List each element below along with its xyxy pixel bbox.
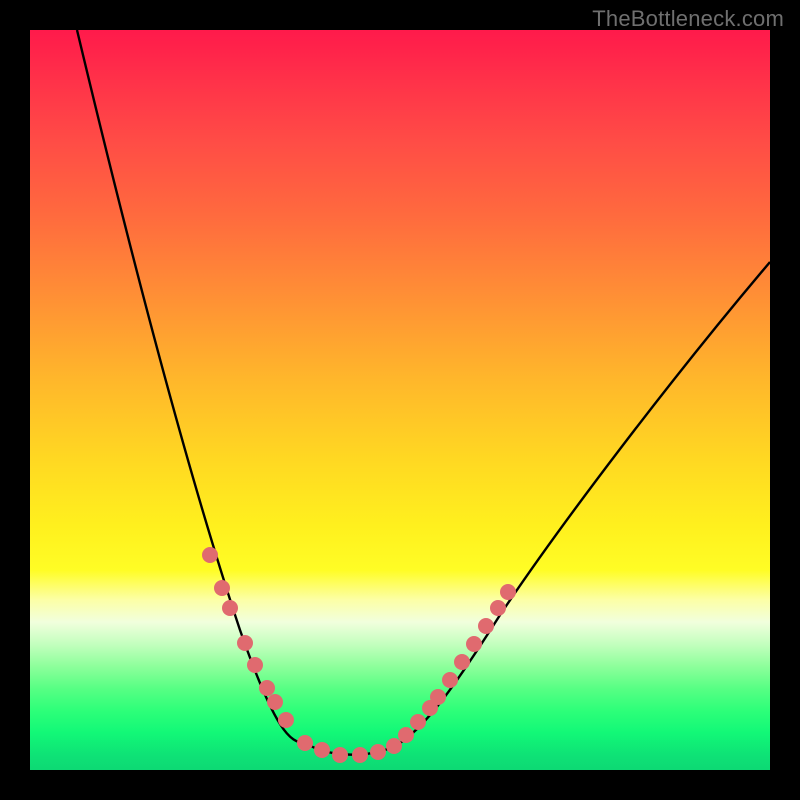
data-point bbox=[398, 727, 414, 743]
data-point bbox=[237, 635, 253, 651]
data-point bbox=[410, 714, 426, 730]
curve-svg bbox=[30, 30, 770, 770]
data-point bbox=[490, 600, 506, 616]
data-point bbox=[214, 580, 230, 596]
data-point bbox=[370, 744, 386, 760]
data-point bbox=[478, 618, 494, 634]
data-point bbox=[500, 584, 516, 600]
data-point bbox=[386, 738, 402, 754]
data-point bbox=[352, 747, 368, 763]
watermark-label: TheBottleneck.com bbox=[592, 6, 784, 32]
data-point bbox=[332, 747, 348, 763]
data-point bbox=[247, 657, 263, 673]
chart-frame: TheBottleneck.com bbox=[0, 0, 800, 800]
data-point bbox=[297, 735, 313, 751]
data-point bbox=[202, 547, 218, 563]
data-point bbox=[278, 712, 294, 728]
data-point bbox=[259, 680, 275, 696]
data-point bbox=[442, 672, 458, 688]
plot-area bbox=[30, 30, 770, 770]
data-point bbox=[466, 636, 482, 652]
data-point bbox=[267, 694, 283, 710]
data-point bbox=[430, 689, 446, 705]
data-point bbox=[314, 742, 330, 758]
data-point bbox=[222, 600, 238, 616]
data-point bbox=[454, 654, 470, 670]
bottleneck-curve bbox=[77, 30, 770, 755]
